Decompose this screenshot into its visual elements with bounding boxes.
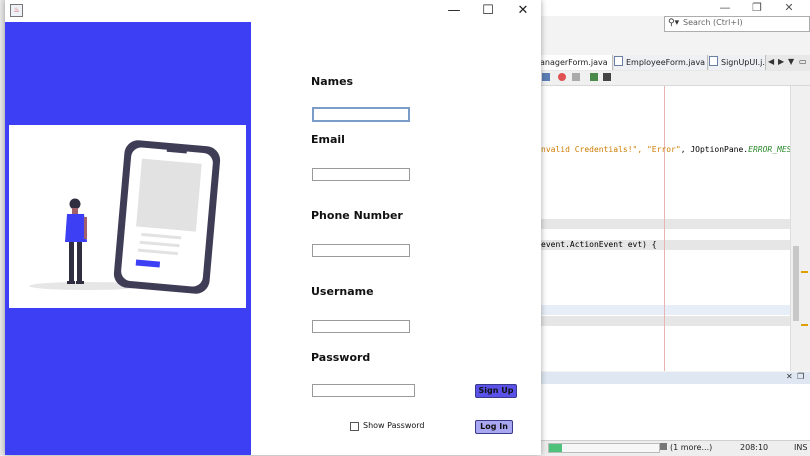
java-file-icon <box>709 56 718 66</box>
tab-scroll-right-icon[interactable]: ▶ <box>778 57 784 66</box>
code-constant: ERROR_MES <box>748 145 792 154</box>
username-label: Username <box>311 285 374 298</box>
phone-number-field[interactable] <box>312 244 410 257</box>
names-label: Names <box>311 75 354 88</box>
stop-icon[interactable] <box>572 73 580 81</box>
search-placeholder: Search (Ctrl+I) <box>683 18 743 27</box>
tab-label: anagerForm.java <box>540 58 608 67</box>
email-label: Email <box>311 133 345 146</box>
output-panel-header: ✕ ❐ <box>540 372 810 384</box>
code-string: "Error" <box>646 145 681 154</box>
code-string: nvalid Credentials!", <box>541 145 647 154</box>
signup-dialog: ♨ — ☐ ✕ Names Email Phone Number Usernam… <box>5 0 541 455</box>
tab-label: SignUpUI.j... <box>721 58 766 67</box>
tab-managerform[interactable]: anagerForm.java ✕ <box>540 55 613 70</box>
minimize-icon[interactable]: — <box>439 2 469 20</box>
ide-titlebar: — ❐ ✕ <box>540 0 810 16</box>
restore-panel-icon[interactable]: ❐ <box>797 372 804 381</box>
highlight-row <box>540 219 790 229</box>
warning-mark[interactable] <box>801 324 808 326</box>
editor-right-gutter <box>790 86 810 371</box>
tab-scroll-left-icon[interactable]: ◀ <box>768 57 774 66</box>
illustration-svg <box>29 140 221 294</box>
chart-icon[interactable] <box>603 73 611 81</box>
insert-mode: INS <box>794 443 808 452</box>
tab-list-icon[interactable]: ▼ <box>788 57 794 66</box>
history-icon[interactable] <box>542 73 550 81</box>
username-field[interactable] <box>312 320 410 333</box>
close-tab-icon[interactable]: ✕ <box>612 58 613 67</box>
tab-signupui[interactable]: SignUpUI.j... <box>709 55 766 70</box>
close-icon[interactable]: ✕ <box>508 2 538 20</box>
close-panel-icon[interactable]: ✕ <box>786 372 793 381</box>
java-file-icon <box>614 56 623 66</box>
phone-illustration <box>9 125 246 308</box>
notification-icon[interactable] <box>660 443 667 450</box>
maximize-editor-icon[interactable]: ▭ <box>799 57 807 66</box>
highlight-row <box>540 305 790 315</box>
minimize-icon[interactable]: — <box>712 0 738 16</box>
show-password-label[interactable]: Show Password <box>363 421 425 430</box>
progress-bar <box>548 443 660 453</box>
close-icon[interactable]: ✕ <box>776 0 802 16</box>
notifications-text[interactable]: (1 more...) <box>670 443 712 452</box>
dialog-titlebar: ♨ — ☐ ✕ <box>5 0 541 22</box>
progress-fill <box>549 444 563 452</box>
highlight-row <box>540 316 790 326</box>
editor-toolbar <box>540 71 810 86</box>
run-macro-icon[interactable] <box>590 73 598 81</box>
sign-up-button[interactable]: Sign Up <box>475 384 517 398</box>
scrollbar-thumb[interactable] <box>793 246 799 321</box>
email-field[interactable] <box>312 168 410 181</box>
record-icon[interactable] <box>558 73 566 81</box>
names-field[interactable] <box>312 107 410 122</box>
log-in-button[interactable]: Log In <box>475 420 513 434</box>
password-field[interactable] <box>312 384 415 397</box>
search-input[interactable]: ⚲▾ Search (Ctrl+I) <box>664 16 810 32</box>
restore-icon[interactable]: ❐ <box>744 0 770 16</box>
code-line-handler: event.ActionEvent evt) { <box>541 240 657 249</box>
java-icon: ♨ <box>10 4 23 17</box>
maximize-icon[interactable]: ☐ <box>473 2 503 20</box>
editor-tab-bar: anagerForm.java ✕ EmployeeForm.java ✕ Sign… <box>540 55 810 72</box>
right-margin-line <box>664 86 665 371</box>
tab-label: EmployeeForm.java <box>626 58 706 67</box>
show-password-checkbox[interactable] <box>350 422 359 431</box>
caret-position: 208:10 <box>740 443 769 452</box>
code-text: , JOptionPane. <box>680 145 749 154</box>
warning-mark[interactable] <box>801 271 808 273</box>
password-label: Password <box>311 351 371 364</box>
search-icon: ⚲▾ <box>668 18 680 28</box>
phone-number-label: Phone Number <box>311 209 403 222</box>
tab-employeeform[interactable]: EmployeeForm.java ✕ <box>614 55 708 70</box>
code-line-error: nvalid Credentials!", "Error", JOptionPa… <box>541 145 791 154</box>
